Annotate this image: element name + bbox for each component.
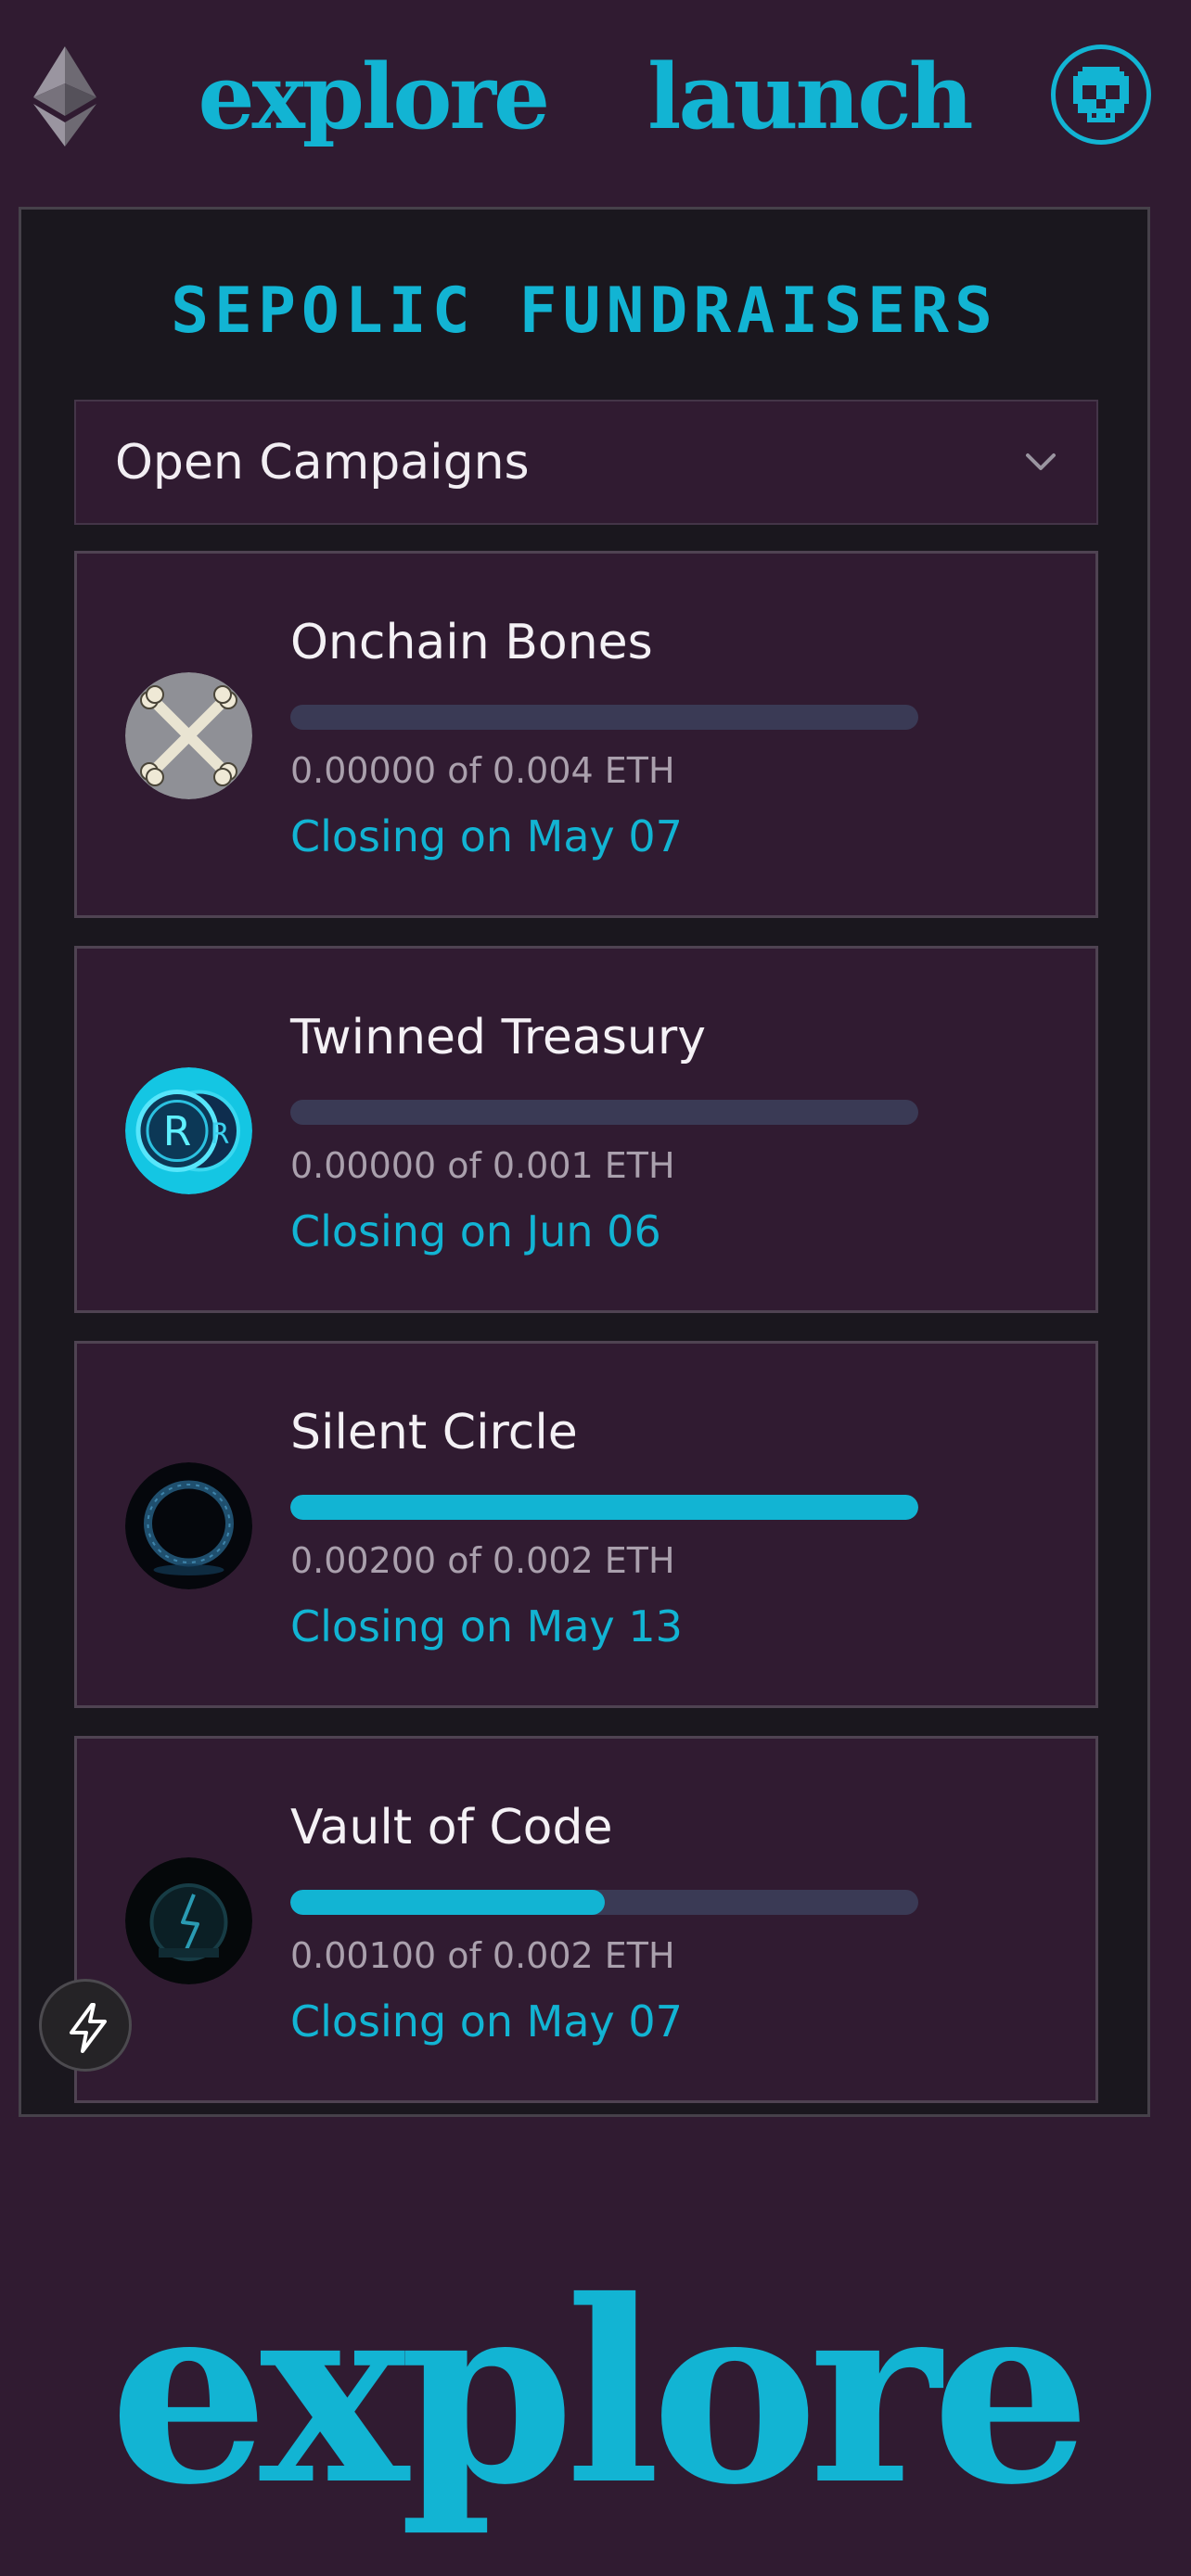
quick-action-button[interactable] xyxy=(39,1979,132,2072)
progress-fill xyxy=(290,1890,605,1915)
profile-button[interactable] xyxy=(1051,45,1151,145)
campaign-title: Onchain Bones xyxy=(290,615,653,670)
closing-date: Closing on Jun 06 xyxy=(290,1206,661,1256)
dropdown-selected-value: Open Campaigns xyxy=(115,435,530,491)
lightning-icon xyxy=(70,2003,107,2053)
campaign-filter-dropdown[interactable]: Open Campaigns xyxy=(74,400,1098,525)
funding-amount: 0.00000 of 0.004 ETH xyxy=(290,750,675,791)
campaign-avatar xyxy=(125,1462,252,1589)
nav-explore-link[interactable]: explore xyxy=(198,53,550,142)
footer-wordmark: explore xyxy=(109,2245,1091,2540)
campaign-avatar xyxy=(125,672,252,799)
closing-date: Closing on May 07 xyxy=(290,1996,683,2047)
campaign-avatar: R R xyxy=(125,1067,252,1194)
svg-text:R: R xyxy=(163,1108,192,1155)
campaign-avatar xyxy=(125,1857,252,1984)
funding-amount: 0.00200 of 0.002 ETH xyxy=(290,1540,675,1581)
closing-date: Closing on May 07 xyxy=(290,811,683,861)
funding-progress-bar xyxy=(290,1890,918,1915)
svg-text:R: R xyxy=(211,1118,230,1151)
campaign-card[interactable]: Silent Circle 0.00200 of 0.002 ETH Closi… xyxy=(74,1341,1098,1708)
panel-title: SEPOLIC FUNDRAISERS xyxy=(171,274,998,348)
fundraisers-panel: SEPOLIC FUNDRAISERS Open Campaigns Oncha… xyxy=(19,207,1150,2117)
closing-date: Closing on May 13 xyxy=(290,1601,683,1651)
progress-fill xyxy=(290,1495,918,1520)
campaign-title: Vault of Code xyxy=(290,1800,613,1855)
page: explore launch SEPOLIC FUNDRAISERS Open … xyxy=(0,0,1191,2576)
campaign-card[interactable]: Vault of Code 0.00100 of 0.002 ETH Closi… xyxy=(74,1736,1098,2103)
campaign-card[interactable]: R R Twinned Treasury 0.00000 of 0.001 ET… xyxy=(74,946,1098,1313)
campaign-title: Twinned Treasury xyxy=(290,1010,706,1065)
top-header: explore launch xyxy=(0,0,1191,195)
skull-icon xyxy=(1073,67,1129,122)
chevron-down-icon xyxy=(1026,453,1056,470)
funding-amount: 0.00000 of 0.001 ETH xyxy=(290,1145,675,1186)
funding-progress-bar xyxy=(290,1100,918,1125)
campaign-card[interactable]: Onchain Bones 0.00000 of 0.004 ETH Closi… xyxy=(74,551,1098,918)
campaign-title: Silent Circle xyxy=(290,1405,578,1460)
funding-amount: 0.00100 of 0.002 ETH xyxy=(290,1935,675,1976)
nav-launch-link[interactable]: launch xyxy=(647,53,974,142)
funding-progress-bar xyxy=(290,705,918,730)
funding-progress-bar xyxy=(290,1495,918,1520)
main-nav: explore launch xyxy=(198,37,973,158)
ethereum-icon[interactable] xyxy=(33,46,96,147)
